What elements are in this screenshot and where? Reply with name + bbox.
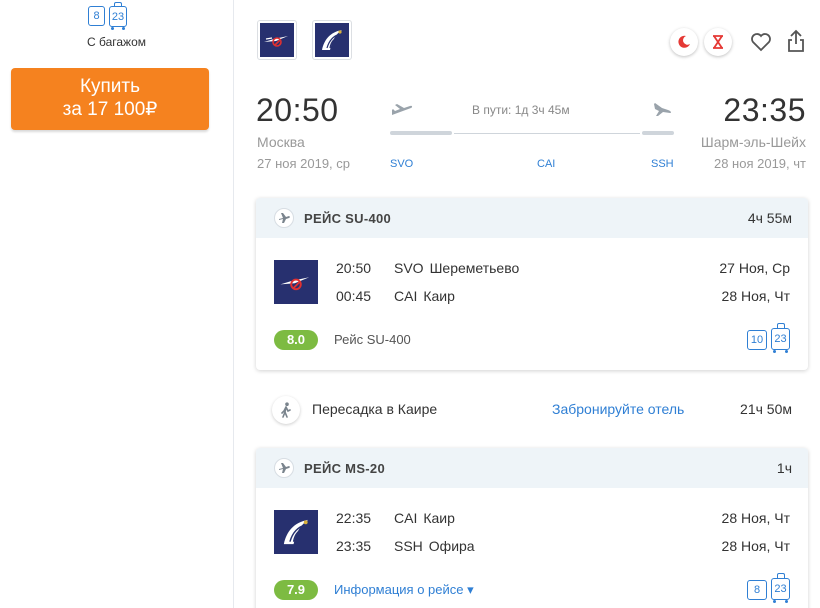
hand-luggage-icon: 10	[747, 326, 767, 350]
departure-city: Москва	[257, 134, 305, 150]
segment-arrival: 23:35 SSH Офира 28 Ноя, Чт	[336, 538, 790, 554]
segment-departure: 22:35 CAI Каир 28 Ноя, Чт	[336, 510, 790, 526]
checked-luggage-icon: 23	[771, 323, 790, 353]
long-layover-icon	[704, 28, 732, 56]
share-icon[interactable]	[784, 28, 808, 54]
checked-luggage-icon: 23	[771, 573, 790, 603]
total-duration: В пути: 1д 3ч 45м	[472, 103, 570, 117]
segment-arrival: 00:45 CAI Каир 28 Ноя, Чт	[336, 288, 790, 304]
stop-code: CAI	[537, 158, 556, 170]
rating-badge: 8.0	[274, 330, 318, 350]
column-divider	[233, 0, 234, 608]
flight-info-link[interactable]: Информация о рейсе ▾	[334, 582, 474, 598]
flight-card-header[interactable]: РЕЙС MS-20 1ч	[256, 448, 808, 488]
buy-button[interactable]: Купить за 17 100₽	[11, 68, 209, 130]
baggage-icons: 8 23	[88, 2, 127, 30]
hand-luggage-icon: 8	[88, 6, 105, 27]
heart-icon[interactable]	[749, 30, 773, 54]
flight-title: РЕЙС SU-400	[304, 210, 392, 226]
route-line-start	[390, 131, 452, 135]
plane-icon	[274, 208, 294, 228]
offer-sidebar: 8 23 С багажом Купить за 17 100₽	[0, 0, 233, 608]
flight-rating-label: Рейс SU-400	[334, 332, 411, 347]
baggage-label: С багажом	[86, 35, 146, 49]
flight-card-ms20: РЕЙС MS-20 1ч 22:35 CAI Каир 28 Ноя, Чт …	[256, 448, 808, 608]
baggage-icons: 8 23	[747, 573, 790, 603]
buy-button-label: Купить	[79, 76, 141, 97]
hand-luggage-icon: 8	[747, 576, 767, 600]
aeroflot-logo	[274, 260, 318, 304]
arrival-city: Шарм-эль-Шейх	[700, 134, 806, 150]
flight-duration: 1ч	[776, 460, 792, 476]
route-line-middle	[454, 133, 640, 134]
checked-luggage-icon: 23	[109, 2, 127, 30]
flight-title: РЕЙС MS-20	[304, 460, 385, 476]
buy-button-price: за 17 100₽	[62, 99, 158, 120]
arrival-time: 23:35	[723, 92, 806, 128]
walking-icon	[272, 396, 300, 424]
departure-date: 27 ноя 2019, ср	[257, 156, 351, 171]
transfer-duration: 21ч 50м	[740, 401, 792, 417]
flight-duration: 4ч 55м	[747, 210, 792, 226]
departure-time: 20:50	[256, 92, 339, 128]
egyptair-logo	[312, 20, 352, 60]
segment-departure: 20:50 SVO Шереметьево 27 Ноя, Ср	[336, 260, 790, 276]
flight-card-header[interactable]: РЕЙС SU-400 4ч 55м	[256, 198, 808, 238]
flight-card-su400: РЕЙС SU-400 4ч 55м 20:50 SVO Шереметьево…	[256, 198, 808, 370]
aeroflot-logo	[257, 20, 297, 60]
landing-icon	[651, 101, 675, 119]
plane-icon	[274, 458, 294, 478]
night-flight-icon	[670, 28, 698, 56]
route-line-end	[642, 131, 674, 135]
transfer-text: Пересадка в Каире	[312, 401, 438, 417]
rating-badge: 7.9	[274, 580, 318, 600]
departure-code: SVO	[390, 158, 414, 170]
transfer-row: Пересадка в Каире Забронируйте отель 21ч…	[256, 394, 808, 426]
book-hotel-link[interactable]: Забронируйте отель	[552, 401, 684, 417]
egyptair-logo	[274, 510, 318, 554]
arrival-code: SSH	[651, 158, 674, 170]
arrival-date: 28 ноя 2019, чт	[713, 156, 806, 171]
takeoff-icon	[390, 101, 414, 119]
baggage-icons: 10 23	[747, 323, 790, 353]
